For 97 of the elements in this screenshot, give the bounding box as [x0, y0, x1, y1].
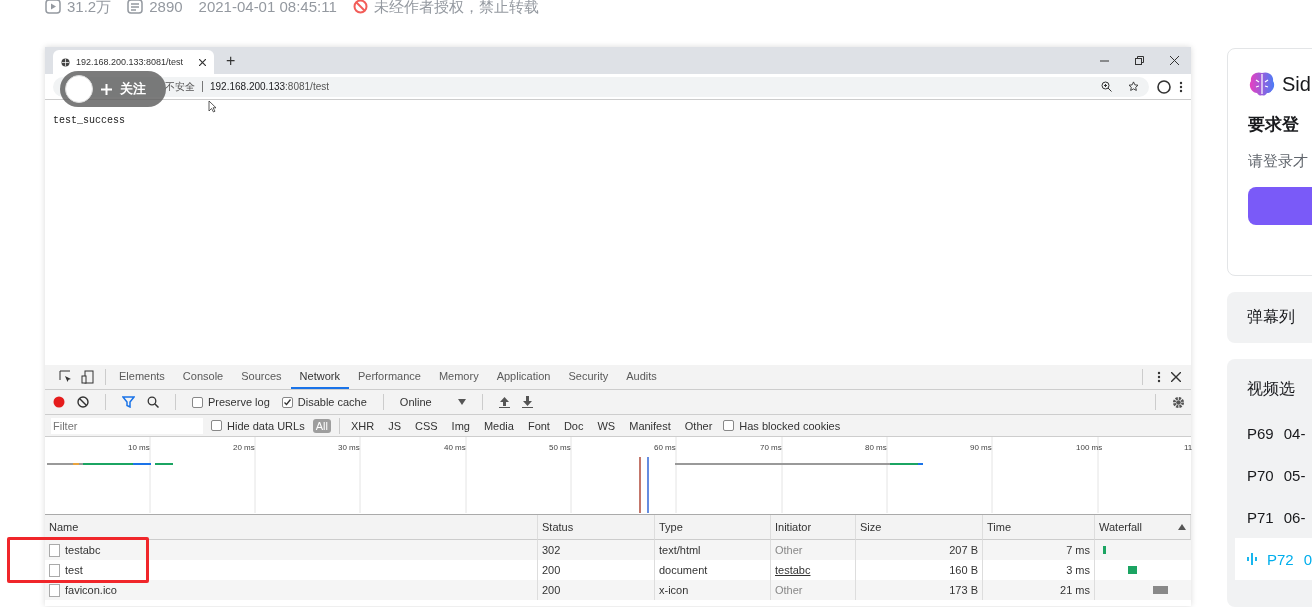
- more-icon[interactable]: [1157, 371, 1161, 383]
- menu-icon[interactable]: [1179, 80, 1183, 93]
- play-icon: [45, 0, 61, 14]
- time-cell: 21 ms: [983, 580, 1095, 600]
- profile-icon[interactable]: [1157, 79, 1171, 94]
- play-count: 31.2万: [67, 0, 112, 14]
- app-title: Sid: [1282, 72, 1311, 96]
- avatar-icon: [65, 75, 93, 103]
- playing-icon: [1247, 552, 1257, 566]
- devtools-tab[interactable]: Application: [487, 365, 560, 389]
- type-filter[interactable]: Doc: [560, 418, 587, 433]
- timeline-tick: 30 ms: [338, 443, 360, 452]
- timeline-tick: 70 ms: [760, 443, 782, 452]
- column-header[interactable]: Waterfall: [1095, 515, 1191, 540]
- episode-item[interactable]: P69 04-: [1247, 412, 1312, 454]
- record-icon[interactable]: [53, 396, 65, 408]
- waterfall-bar: [1128, 566, 1137, 574]
- waterfall-bar: [1103, 546, 1106, 554]
- plus-icon: [101, 83, 112, 95]
- brain-icon: [1248, 71, 1276, 97]
- timeline-tick: 60 ms: [654, 443, 676, 452]
- initiator-cell: Other: [771, 580, 856, 600]
- new-tab-button[interactable]: +: [226, 52, 236, 70]
- episodes-title: 视频选: [1247, 379, 1296, 399]
- type-filter[interactable]: Manifest: [626, 418, 674, 433]
- browser-tab[interactable]: 192.168.200.133:8081/test: [53, 50, 214, 74]
- type-filter[interactable]: Font: [524, 418, 553, 433]
- hide-data-urls-checkbox[interactable]: Hide data URLs: [211, 419, 305, 432]
- filter-field[interactable]: Filter: [51, 417, 203, 434]
- copyright-notice: 未经作者授权，禁止转载: [373, 0, 539, 14]
- forbidden-icon: [352, 0, 368, 14]
- type-filter[interactable]: Media: [480, 418, 517, 433]
- timeline-tick: 100 ms: [1076, 443, 1103, 452]
- download-icon[interactable]: [521, 396, 533, 408]
- restore-icon[interactable]: [1135, 56, 1144, 65]
- size-cell: 173 B: [856, 580, 983, 600]
- type-filter[interactable]: JS: [385, 418, 404, 433]
- status-cell: 200: [538, 580, 655, 600]
- close-icon[interactable]: [1170, 56, 1179, 65]
- devtools-tab[interactable]: Performance: [348, 365, 430, 389]
- request-name[interactable]: favicon.ico: [45, 580, 538, 600]
- check-icon: [283, 398, 291, 406]
- close-icon[interactable]: [1171, 372, 1181, 382]
- episode-item[interactable]: P70 05-: [1247, 454, 1312, 496]
- preserve-log-checkbox[interactable]: Preserve log: [192, 396, 270, 408]
- devtools-tab[interactable]: Elements: [110, 365, 174, 389]
- url-host: 192.168.200.133: [210, 81, 286, 92]
- zoom-icon[interactable]: [1101, 81, 1112, 92]
- timeline-tick: 50 ms: [549, 443, 571, 452]
- inspect-icon[interactable]: [59, 370, 73, 384]
- login-text: 请登录才: [1248, 152, 1309, 171]
- timeline-tick: 80 ms: [865, 443, 887, 452]
- clear-icon[interactable]: [77, 396, 89, 408]
- list-icon: [127, 0, 144, 14]
- disable-cache-checkbox[interactable]: Disable cache: [281, 396, 367, 408]
- upload-icon[interactable]: [498, 396, 510, 408]
- timeline-tick: 40 ms: [444, 443, 466, 452]
- devtools-tab[interactable]: Console: [173, 365, 233, 389]
- timeline-tick: 90 ms: [970, 443, 992, 452]
- devtools-tab[interactable]: Security: [559, 365, 618, 389]
- close-icon[interactable]: [199, 58, 206, 66]
- type-cell: x-icon: [655, 580, 771, 600]
- type-filter[interactable]: CSS: [411, 418, 441, 433]
- login-heading: 要求登: [1248, 114, 1300, 136]
- search-icon[interactable]: [147, 396, 159, 408]
- type-filter[interactable]: Other: [681, 418, 716, 433]
- timeline-tick: 10 ms: [128, 443, 150, 452]
- type-filter[interactable]: WS: [594, 418, 619, 433]
- devtools-tab[interactable]: Memory: [429, 365, 488, 389]
- devtools-tab[interactable]: Audits: [617, 365, 666, 389]
- comment-count: 2890: [149, 0, 183, 14]
- column-header[interactable]: Time: [983, 515, 1095, 540]
- episode-item[interactable]: P71 06-: [1247, 496, 1312, 538]
- column-header[interactable]: Status: [538, 515, 655, 540]
- sort-caret-icon[interactable]: [1178, 524, 1186, 530]
- column-header[interactable]: Initiator: [771, 515, 856, 540]
- waterfall-bar: [1153, 586, 1168, 594]
- caret-icon: [457, 399, 466, 405]
- filter-icon[interactable]: [122, 396, 135, 408]
- blocked-cookies-checkbox[interactable]: Has blocked cookies: [723, 419, 841, 432]
- url-path: :8081/test: [285, 81, 329, 92]
- device-icon[interactable]: [81, 370, 95, 384]
- column-header[interactable]: Type: [655, 515, 771, 540]
- throttle-dropdown[interactable]: Online: [399, 396, 466, 408]
- star-icon[interactable]: [1128, 81, 1139, 92]
- follow-button[interactable]: 关注: [60, 71, 166, 107]
- page-text: test_success: [53, 115, 125, 126]
- type-filter[interactable]: Img: [448, 418, 473, 433]
- settings-icon[interactable]: [1172, 395, 1185, 409]
- column-header[interactable]: Size: [856, 515, 983, 540]
- devtools-tab[interactable]: Sources: [232, 365, 291, 389]
- timeline-tick: 20 ms: [233, 443, 255, 452]
- type-filter[interactable]: XHR: [347, 418, 378, 433]
- security-label: 不安全: [165, 79, 195, 94]
- timeline-tick: 11: [1184, 443, 1193, 452]
- publish-date: 2021-04-01 08:45:11: [198, 0, 337, 14]
- globe-icon: [61, 57, 70, 67]
